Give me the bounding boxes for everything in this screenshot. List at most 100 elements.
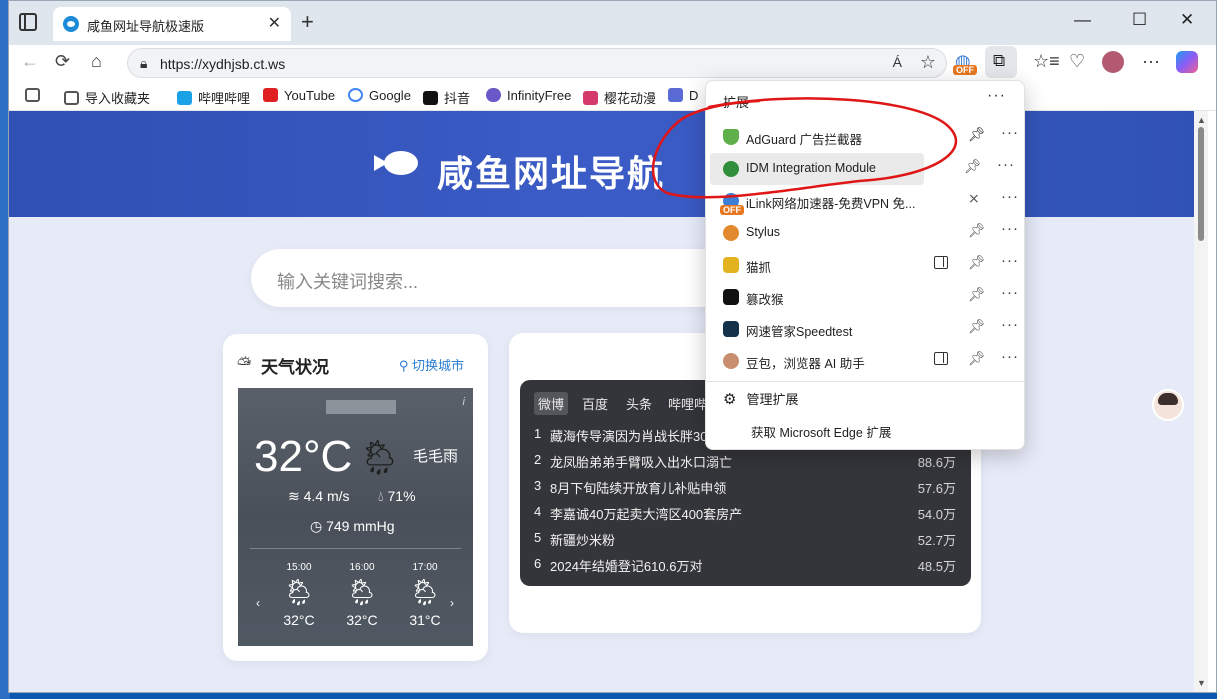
pressure: ◷ 749 mmHg	[310, 518, 395, 534]
menu-divider	[706, 381, 1024, 382]
extension-maozhua[interactable]: 猫抓 📌︎ ···	[710, 249, 1022, 281]
bookmark-import[interactable]: 导入收藏夹	[64, 88, 150, 107]
tab-bilibili[interactable]: 哔哩哔	[664, 392, 711, 415]
weather-title: 天气状况	[261, 358, 329, 377]
bookmark-google[interactable]: Google	[348, 88, 411, 103]
minimize-button[interactable]: —	[1074, 10, 1091, 30]
lock-icon[interactable]: 🔒︎	[140, 55, 147, 72]
page-scrollbar[interactable]: ▲ ▼	[1194, 111, 1208, 692]
import-icon	[64, 91, 79, 105]
extension-idm[interactable]: IDM Integration Module	[710, 153, 924, 185]
browser-essentials-icon[interactable]: ♡	[1069, 51, 1085, 72]
unpin-icon[interactable]: ⨯	[968, 190, 980, 207]
pin-icon[interactable]: 📌︎	[968, 126, 986, 143]
scroll-up-arrow[interactable]: ▲	[1197, 115, 1206, 125]
drizzle-icon: 🌦	[345, 577, 379, 607]
scroll-thumb[interactable]	[1198, 127, 1204, 241]
url-text[interactable]: https://xydhjsb.ct.ws	[160, 56, 285, 72]
extension-more-icon[interactable]: ···	[997, 156, 1015, 173]
extension-stylus[interactable]: Stylus 📌︎ ···	[710, 217, 1022, 249]
extension-tampermonkey[interactable]: 篡改猴 📌︎ ···	[710, 281, 1022, 313]
bookmark-douyin[interactable]: 抖音	[423, 88, 470, 107]
speedtest-icon	[723, 321, 739, 337]
tab-active[interactable]: 咸鱼网址导航极速版 ✕	[53, 7, 291, 41]
extension-ilink[interactable]: OFF iLink网络加速器-免费VPN 免... ⨯ ···	[710, 185, 1022, 217]
forecast-temp: 31°C	[409, 612, 441, 628]
extension-more-icon[interactable]: ···	[1001, 348, 1019, 365]
stylus-icon	[723, 225, 739, 241]
forecast-prev-arrow[interactable]: ‹	[256, 596, 260, 610]
pin-icon[interactable]: 📌︎	[968, 318, 986, 335]
off-badge: OFF	[720, 205, 744, 215]
extension-adguard[interactable]: AdGuard 广告拦截器 📌︎ ···	[710, 121, 1022, 153]
tab-baidu[interactable]: 百度	[578, 392, 612, 415]
side-panel-icon[interactable]	[934, 256, 948, 269]
address-bar[interactable]: 🔒︎ https://xydhjsb.ct.ws Á ☆	[127, 48, 947, 78]
pin-icon[interactable]: 📌︎	[968, 286, 986, 303]
extensions-button[interactable]: ⧉	[985, 46, 1017, 78]
extension-doubao[interactable]: 豆包，浏览器 AI 助手 📌︎ ···	[710, 345, 1022, 377]
puzzle-icon: ⧉	[993, 51, 1006, 70]
extension-more-icon[interactable]: ···	[1001, 316, 1019, 333]
back-button[interactable]: ←	[21, 51, 39, 72]
search-input[interactable]: 输入关键词搜索...	[251, 249, 771, 307]
tab-actions-icon[interactable]	[19, 13, 37, 31]
info-icon[interactable]: i	[463, 396, 465, 408]
bookmark-yinghua[interactable]: 樱花动漫	[583, 88, 656, 107]
more-options-icon[interactable]: ···	[987, 87, 1006, 105]
current-temperature: 32°C	[254, 432, 353, 481]
forecast-next-arrow[interactable]: ›	[450, 596, 454, 610]
extension-name: 网速管家Speedtest	[746, 325, 853, 339]
extension-more-icon[interactable]: ···	[1001, 188, 1019, 205]
extension-speedtest[interactable]: 网速管家Speedtest 📌︎ ···	[710, 313, 1022, 345]
tab-close-icon[interactable]: ✕	[268, 13, 281, 33]
cat-icon	[723, 257, 739, 273]
get-extensions-link[interactable]: 获取 Microsoft Edge 扩展	[751, 422, 891, 441]
tab-weibo[interactable]: 微博	[534, 392, 569, 415]
copilot-icon[interactable]	[1176, 51, 1198, 73]
favorites-icon[interactable]: ☆≡	[1033, 51, 1060, 72]
idm-globe-icon	[723, 161, 739, 177]
extension-more-icon[interactable]: ···	[1001, 284, 1019, 301]
add-favorite-icon[interactable]: ☆	[920, 52, 936, 73]
extension-more-icon[interactable]: ···	[1001, 252, 1019, 269]
bookmark-infinityfree[interactable]: InfinityFree	[486, 88, 571, 103]
tab-toutiao[interactable]: 头条	[622, 392, 656, 415]
bookmark-bilibili[interactable]: 哔哩哔哩	[177, 88, 250, 107]
location-name-redacted	[326, 400, 396, 414]
read-aloud-icon[interactable]: Á	[893, 54, 902, 70]
refresh-button[interactable]: ⟳	[55, 51, 70, 72]
extension-more-icon[interactable]: ···	[1001, 124, 1019, 141]
home-button[interactable]: ⌂	[91, 51, 102, 72]
switch-city-link[interactable]: ⚲ 切换城市	[399, 355, 464, 374]
pin-icon[interactable]: 📌︎	[964, 158, 982, 175]
profile-avatar[interactable]	[1102, 51, 1124, 73]
close-window-button[interactable]: ✕	[1180, 10, 1194, 30]
forecast-time: 15:00	[286, 562, 312, 573]
scroll-down-arrow[interactable]: ▼	[1197, 678, 1206, 688]
off-badge: OFF	[953, 65, 977, 75]
assistant-avatar[interactable]	[1152, 389, 1184, 421]
forecast-item: 15:00 🌦 32°C	[274, 562, 324, 628]
settings-more-icon[interactable]: ···	[1142, 51, 1160, 72]
douyin-icon	[423, 91, 438, 105]
bookmark-d[interactable]: D	[668, 88, 698, 103]
puzzle-icon: ⚙︎	[723, 391, 737, 408]
infinity-icon	[486, 88, 501, 102]
extension-idm-actions: 📌︎ ···	[924, 153, 1022, 185]
maximize-button[interactable]: ☐	[1132, 10, 1147, 30]
google-icon	[348, 88, 363, 102]
side-panel-icon[interactable]	[934, 352, 948, 365]
extension-name: iLink网络加速器-免费VPN 免...	[746, 197, 916, 211]
manage-extensions-link[interactable]: ⚙︎ 管理扩展	[723, 389, 798, 408]
extension-name: Stylus	[746, 225, 781, 239]
bookmark-youtube[interactable]: YouTube	[263, 88, 335, 103]
bookmark-collections[interactable]	[25, 88, 46, 103]
new-tab-button[interactable]: +	[301, 9, 314, 35]
pin-icon[interactable]: 📌︎	[968, 222, 986, 239]
forecast-item: 16:00 🌦 32°C	[337, 562, 387, 628]
extension-more-icon[interactable]: ···	[1001, 220, 1019, 237]
sakura-icon	[583, 91, 598, 105]
pin-icon[interactable]: 📌︎	[968, 350, 986, 367]
pin-icon[interactable]: 📌︎	[968, 254, 986, 271]
